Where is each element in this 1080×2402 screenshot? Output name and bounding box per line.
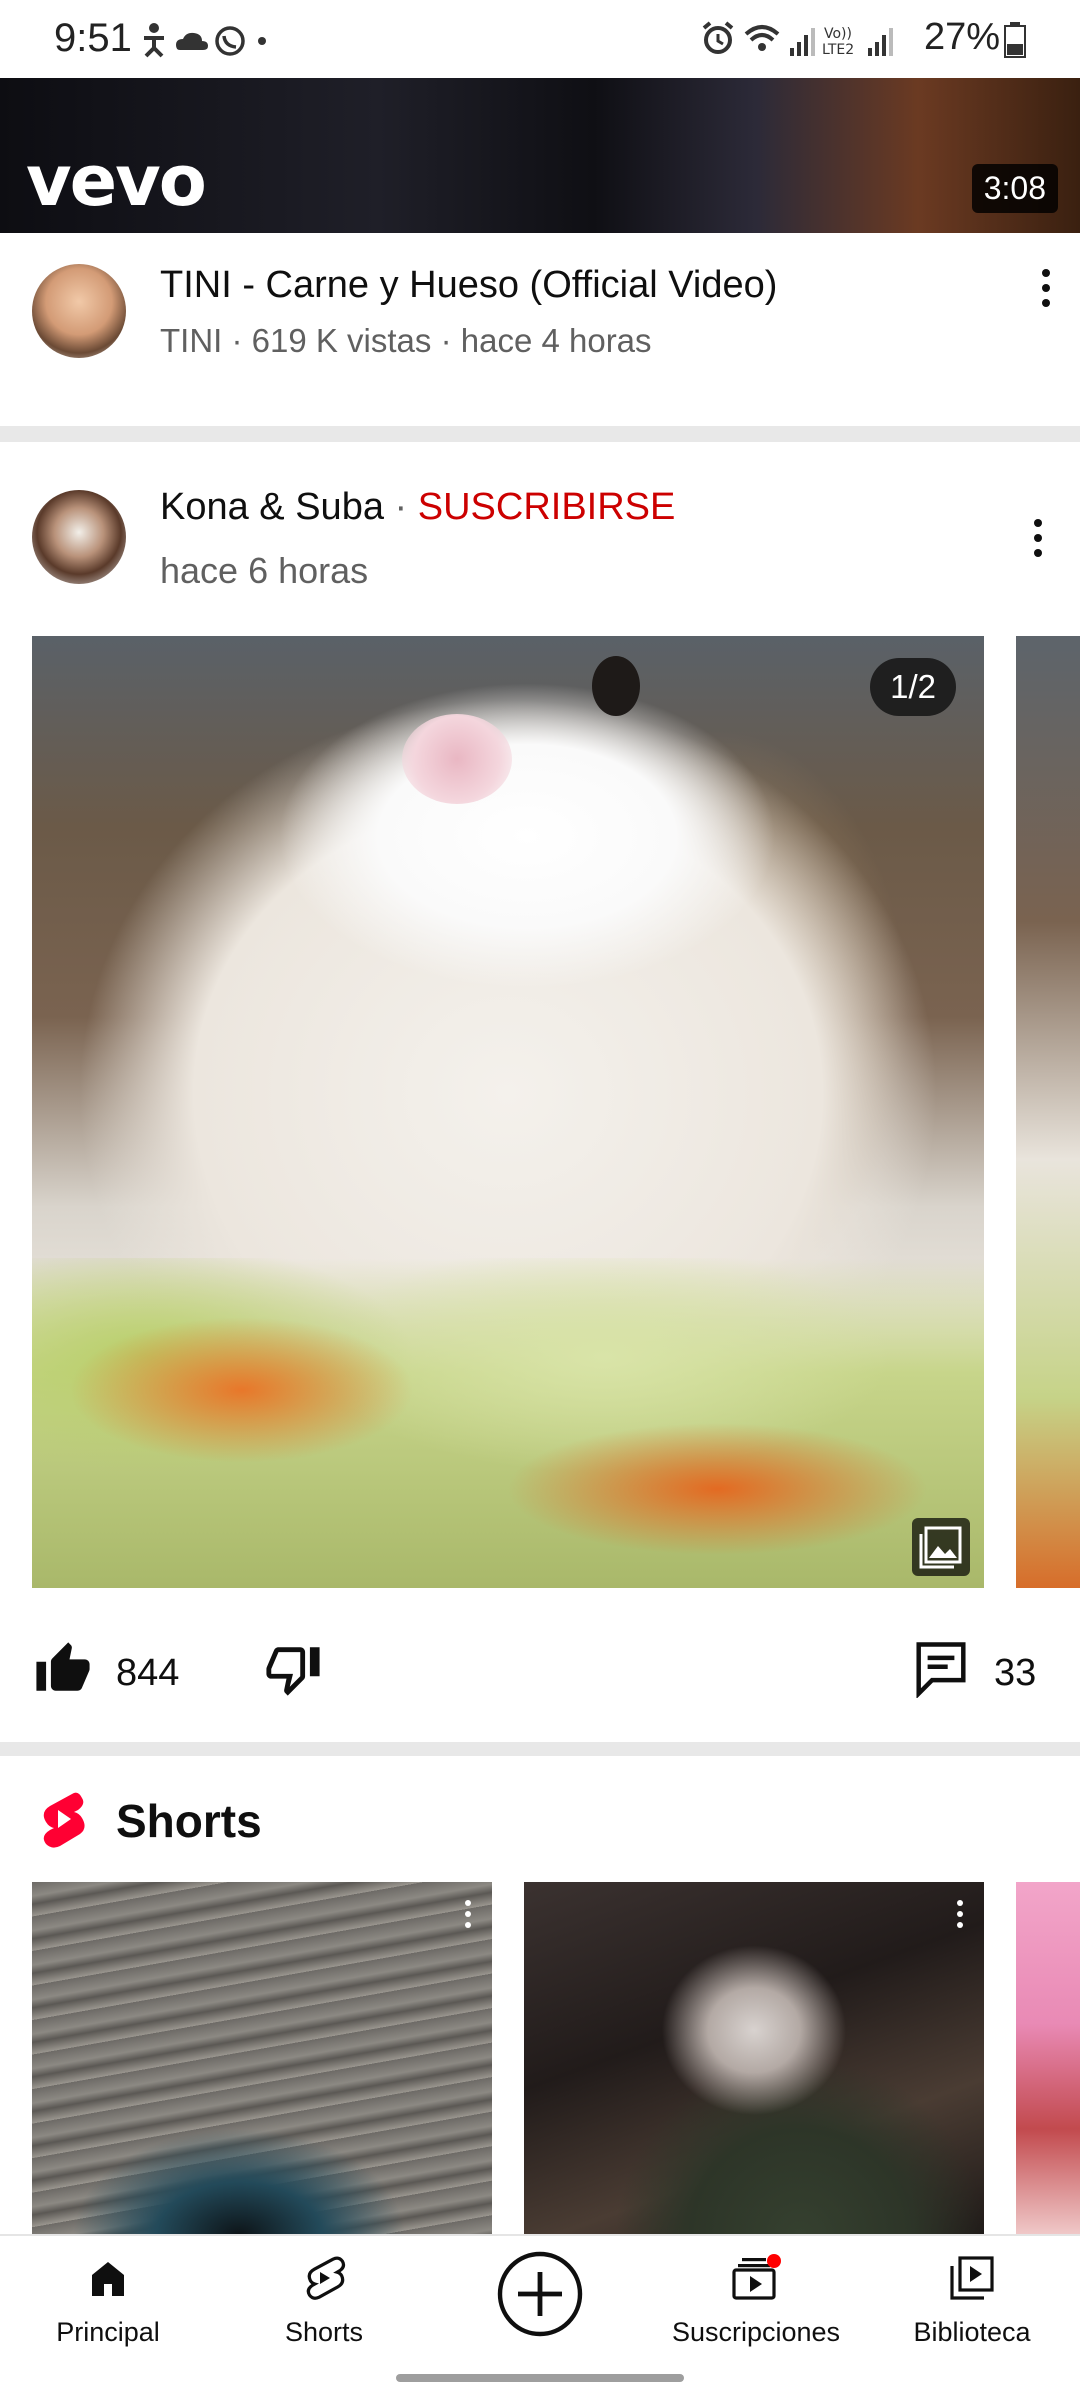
nav-subscriptions-label: Suscripciones — [671, 2317, 841, 2347]
post-image[interactable]: 1/2 — [32, 636, 984, 1588]
whatsapp-icon — [215, 26, 245, 56]
svg-text:LTE2: LTE2 — [822, 42, 854, 58]
vegetables — [32, 1258, 984, 1588]
post-header: Kona & Suba · SUSCRIBIRSE — [160, 486, 675, 529]
shorts-heading: Shorts — [116, 1795, 262, 1847]
battery-icon — [1004, 22, 1026, 58]
nav-library-label: Biblioteca — [913, 2317, 1031, 2347]
alarm-icon — [702, 21, 734, 54]
image-counter: 1/2 — [870, 658, 956, 716]
nav-shorts-label: Shorts — [284, 2317, 364, 2347]
nav-home-label: Principal — [56, 2317, 160, 2347]
subscribe-button[interactable]: SUSCRIBIRSE — [418, 486, 676, 528]
video-title[interactable]: TINI - Carne y Hueso (Official Video) — [160, 264, 777, 307]
video-more-icon[interactable] — [1026, 258, 1066, 318]
comment-icon[interactable] — [914, 1640, 968, 1698]
comment-count: 33 — [994, 1652, 1037, 1694]
home-icon — [92, 2262, 124, 2296]
create-icon — [497, 2251, 583, 2337]
video-meta: TINI · 619 K vistas · hace 4 horas — [160, 322, 652, 359]
cloud-icon — [176, 32, 208, 50]
shorts-logo-icon — [43, 1792, 85, 1848]
signal-icon — [790, 28, 815, 56]
post-time: hace 6 horas — [160, 550, 369, 591]
post-channel-name[interactable]: Kona & Suba — [160, 486, 384, 528]
volte-icon: Vo))LTE2 — [822, 26, 854, 58]
video-thumbnail[interactable]: vevo 3:08 — [0, 78, 1080, 233]
nav-home[interactable]: Principal — [0, 2254, 216, 2348]
channel-avatar-tini[interactable] — [32, 264, 126, 358]
guinea-pig-eye — [592, 656, 640, 716]
nav-subscriptions[interactable]: Suscripciones — [648, 2254, 864, 2348]
nav-library[interactable]: Biblioteca — [864, 2254, 1080, 2348]
dislike-icon[interactable] — [264, 1640, 322, 1698]
separator — [0, 426, 1080, 442]
short-more-icon[interactable] — [950, 1894, 970, 1934]
accessibility-icon — [144, 23, 164, 58]
battery-percent: 27% — [923, 16, 1000, 58]
nav-create[interactable] — [432, 2250, 648, 2343]
gallery-icon — [912, 1518, 970, 1576]
like-icon[interactable] — [34, 1640, 92, 1698]
shorts-icon — [306, 2256, 346, 2300]
video-duration: 3:08 — [971, 164, 1058, 213]
vevo-logo: vevo — [26, 140, 207, 222]
post-header-separator: · — [383, 486, 418, 528]
short-thumbnail-1[interactable] — [32, 1882, 492, 2235]
notification-icons — [144, 23, 266, 58]
subscriptions-icon — [732, 2254, 781, 2300]
signal-icon-2 — [868, 28, 893, 56]
like-count: 844 — [116, 1652, 180, 1694]
short-more-icon[interactable] — [458, 1894, 478, 1934]
nav-shorts[interactable]: Shorts — [216, 2254, 432, 2348]
short-thumbnail-3-preview[interactable] — [1016, 1882, 1080, 2235]
next-image-preview[interactable] — [1016, 636, 1080, 1588]
channel-avatar-kona-suba[interactable] — [32, 490, 126, 584]
guinea-pig-nose — [402, 714, 512, 804]
post-more-icon[interactable] — [1018, 508, 1058, 568]
gesture-handle[interactable] — [396, 2374, 684, 2382]
separator — [0, 1742, 1080, 1756]
wifi-icon — [744, 25, 780, 51]
status-bar: 9:51 Vo)) LTE2 27% — [0, 0, 1080, 78]
system-icons: Vo))LTE2 — [702, 21, 893, 58]
short-thumbnail-2[interactable] — [524, 1882, 984, 2235]
svg-text:Vo)): Vo)) — [824, 26, 852, 42]
status-time: 9:51 — [54, 16, 132, 60]
library-icon — [950, 2256, 994, 2300]
dot-icon — [258, 37, 266, 45]
